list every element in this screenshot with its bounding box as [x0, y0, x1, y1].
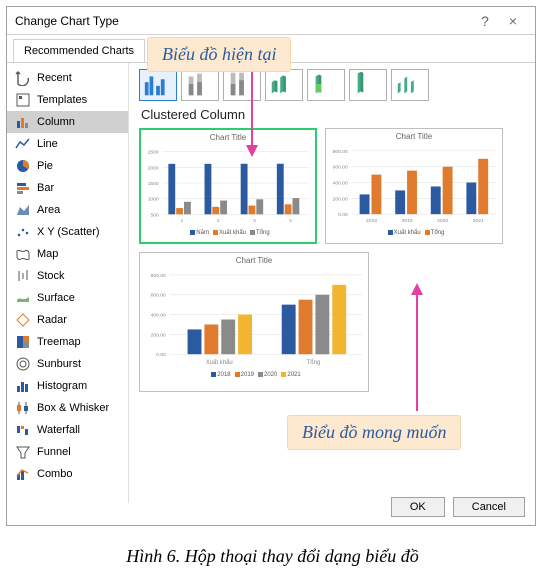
svg-text:2018: 2018 [366, 218, 377, 224]
svg-text:2019: 2019 [402, 218, 413, 224]
callout-current: Biểu đồ hiện tại [147, 37, 291, 72]
funnel-icon [15, 444, 31, 460]
svg-text:2020: 2020 [437, 218, 448, 224]
svg-text:2: 2 [217, 218, 220, 224]
svg-text:Tổng: Tổng [307, 359, 321, 366]
svg-text:Xuất khẩu: Xuất khẩu [206, 359, 233, 366]
preview-chart-3[interactable]: Chart Title 800.00600.00400.00200.000.00… [139, 252, 369, 392]
figure-caption: Hình 6. Hộp thoại thay đổi dạng biểu đồ [0, 532, 545, 575]
svg-text:2000: 2000 [148, 165, 159, 171]
map-icon [15, 246, 31, 262]
sidebar-item-bar[interactable]: Bar [7, 177, 128, 199]
sidebar: Recent Templates Column Line Pie Bar Are… [7, 63, 129, 503]
svg-text:800.00: 800.00 [333, 149, 348, 155]
svg-text:500: 500 [150, 212, 158, 218]
svg-text:1: 1 [181, 218, 184, 224]
svg-text:400.00: 400.00 [151, 313, 166, 319]
preview-chart-1-svg: 2500 2000 1500 1000 500 1 2 3 4 [141, 142, 315, 230]
cancel-button[interactable]: Cancel [453, 497, 525, 517]
sidebar-item-area[interactable]: Area [7, 199, 128, 221]
svg-text:0.00: 0.00 [156, 352, 166, 358]
stock-icon [15, 268, 31, 284]
sidebar-item-stock[interactable]: Stock [7, 265, 128, 287]
svg-text:800.00: 800.00 [151, 273, 166, 279]
preview-chart-2[interactable]: Chart Title 800.00600.00400.00200.000.00… [325, 128, 503, 244]
svg-text:4: 4 [289, 218, 292, 224]
sidebar-item-funnel[interactable]: Funnel [7, 441, 128, 463]
sunburst-icon [15, 356, 31, 372]
sidebar-item-surface[interactable]: Surface [7, 287, 128, 309]
sidebar-item-pie[interactable]: Pie [7, 155, 128, 177]
titlebar: Change Chart Type ? × [7, 7, 535, 35]
svg-text:1500: 1500 [148, 181, 159, 187]
subtype-3d[interactable] [391, 69, 429, 101]
sidebar-item-recent[interactable]: Recent [7, 67, 128, 89]
sidebar-item-combo[interactable]: Combo [7, 463, 128, 485]
subtype-3d-100stacked[interactable] [349, 69, 387, 101]
treemap-icon [15, 334, 31, 350]
svg-text:2021: 2021 [473, 218, 484, 224]
subtype-3d-clustered[interactable] [265, 69, 303, 101]
sidebar-item-histogram[interactable]: Histogram [7, 375, 128, 397]
templates-icon [15, 92, 31, 108]
histogram-icon [15, 378, 31, 394]
svg-text:600.00: 600.00 [151, 293, 166, 299]
radar-icon [15, 312, 31, 328]
sidebar-item-scatter[interactable]: X Y (Scatter) [7, 221, 128, 243]
tab-recommended[interactable]: Recommended Charts [13, 39, 145, 62]
scatter-icon [15, 224, 31, 240]
area-icon [15, 202, 31, 218]
svg-text:200.00: 200.00 [151, 332, 166, 338]
subtype-row [139, 69, 527, 101]
line-icon [15, 136, 31, 152]
preview-chart-3-svg: 800.00 600.00 400.00 200.00 0.00 Xuất khẩu Tổ… [140, 265, 368, 372]
sidebar-item-waterfall[interactable]: Waterfall [7, 419, 128, 441]
section-title: Clustered Column [141, 107, 527, 122]
svg-text:0.00: 0.00 [338, 212, 348, 218]
svg-text:1000: 1000 [148, 197, 159, 203]
sidebar-item-sunburst[interactable]: Sunburst [7, 353, 128, 375]
arrow-desired-icon [407, 283, 427, 415]
sidebar-item-radar[interactable]: Radar [7, 309, 128, 331]
preview-chart-2-svg: 800.00 600.00 400.00 200.00 0.00 2018 2019 202… [326, 141, 502, 230]
help-button[interactable]: ? [471, 13, 499, 29]
subtype-stacked[interactable] [181, 69, 219, 101]
svg-text:600.00: 600.00 [333, 165, 348, 171]
surface-icon [15, 290, 31, 306]
combo-icon [15, 466, 31, 482]
preview-chart-1[interactable]: Chart Title 2500200015001000500 1234 Năm… [139, 128, 317, 244]
sidebar-item-line[interactable]: Line [7, 133, 128, 155]
change-chart-type-dialog: Change Chart Type ? × Recommended Charts… [6, 6, 536, 526]
sidebar-item-treemap[interactable]: Treemap [7, 331, 128, 353]
ok-button[interactable]: OK [391, 497, 445, 517]
subtype-3d-stacked[interactable] [307, 69, 345, 101]
callout-desired: Biểu đồ mong muốn [287, 415, 461, 450]
dialog-title: Change Chart Type [15, 14, 471, 28]
sidebar-item-boxwhisker[interactable]: Box & Whisker [7, 397, 128, 419]
sidebar-item-templates[interactable]: Templates [7, 89, 128, 111]
waterfall-icon [15, 422, 31, 438]
svg-text:400.00: 400.00 [333, 181, 348, 187]
column-icon [15, 114, 31, 130]
svg-text:3: 3 [253, 218, 256, 224]
sidebar-item-column[interactable]: Column [7, 111, 128, 133]
arrow-current-icon [242, 69, 262, 159]
sidebar-item-map[interactable]: Map [7, 243, 128, 265]
svg-text:200.00: 200.00 [333, 196, 348, 202]
close-button[interactable]: × [499, 13, 527, 29]
subtype-clustered[interactable] [139, 69, 177, 101]
pie-icon [15, 158, 31, 174]
bar-icon [15, 180, 31, 196]
boxwhisker-icon [15, 400, 31, 416]
svg-text:2500: 2500 [148, 150, 159, 156]
recent-icon [15, 70, 31, 86]
